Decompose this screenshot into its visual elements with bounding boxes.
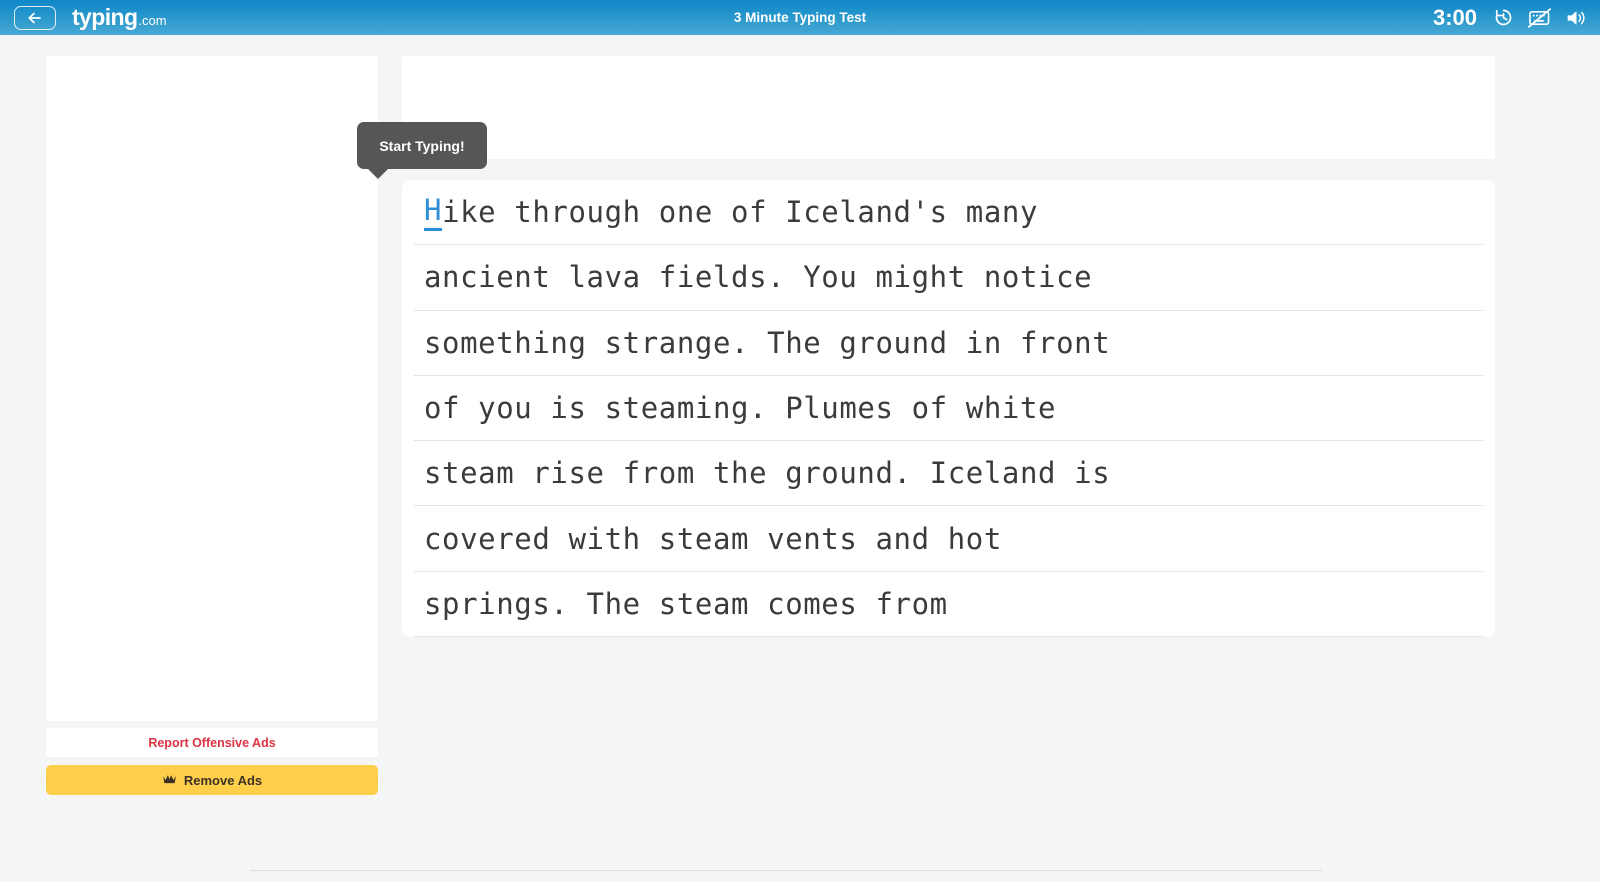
- speaker-on-icon[interactable]: [1565, 8, 1588, 28]
- ad-sidebar: Report Offensive Ads Remove Ads: [46, 56, 378, 795]
- typing-line: something strange. The ground in front: [414, 311, 1483, 376]
- typing-line-text: ike through one of Iceland's many: [442, 195, 1039, 230]
- stats-panel: [402, 56, 1495, 159]
- typing-line-text: covered with steam vents and hot: [424, 521, 1002, 556]
- typing-line-text: steam rise from the ground. Iceland is: [424, 456, 1111, 491]
- report-offensive-ads-button[interactable]: Report Offensive Ads: [46, 728, 378, 757]
- brand-name: typing: [72, 4, 138, 30]
- footer-divider: [250, 870, 1322, 871]
- countdown-timer: 3:00: [1432, 4, 1477, 30]
- arrow-left-icon: [27, 12, 43, 24]
- typing-line-text: something strange. The ground in front: [424, 325, 1111, 360]
- back-button[interactable]: [14, 5, 56, 30]
- crown-icon: [162, 773, 177, 788]
- typing-line-text: ancient lava fields. You might notice: [424, 260, 1093, 295]
- page-title: 3 Minute Typing Test: [733, 10, 867, 25]
- keyboard-off-icon[interactable]: [1528, 7, 1551, 28]
- remove-ads-button[interactable]: Remove Ads: [46, 765, 378, 795]
- typing-line: Hike through one of Iceland's many: [414, 180, 1483, 246]
- brand-logo[interactable]: typing .com: [72, 6, 167, 29]
- header-controls: 3:00: [1432, 4, 1588, 30]
- app-header: typing .com 3 Minute Typing Test 3:00: [0, 0, 1600, 35]
- typing-text-area[interactable]: Hike through one of Iceland's many ancie…: [402, 180, 1495, 637]
- remove-ads-label: Remove Ads: [183, 772, 263, 788]
- ad-slot[interactable]: [46, 56, 378, 721]
- brand-tld: .com: [138, 13, 167, 28]
- history-restart-icon[interactable]: [1493, 7, 1514, 28]
- typing-line: ancient lava fields. You might notice: [414, 245, 1483, 311]
- typing-line-text: springs. The steam comes from: [424, 586, 948, 621]
- typing-cursor-char: H: [424, 193, 443, 232]
- typing-line: covered with steam vents and hot: [414, 506, 1483, 572]
- typing-line: steam rise from the ground. Iceland is: [414, 441, 1483, 507]
- report-offensive-ads-label: Report Offensive Ads: [148, 735, 276, 750]
- start-typing-tooltip: Start Typing!: [357, 122, 487, 179]
- typing-line-text: of you is steaming. Plumes of white: [424, 391, 1057, 426]
- typing-line: springs. The steam comes from: [414, 572, 1483, 637]
- start-typing-tooltip-label: Start Typing!: [379, 137, 465, 154]
- typing-line: of you is steaming. Plumes of white: [414, 376, 1483, 442]
